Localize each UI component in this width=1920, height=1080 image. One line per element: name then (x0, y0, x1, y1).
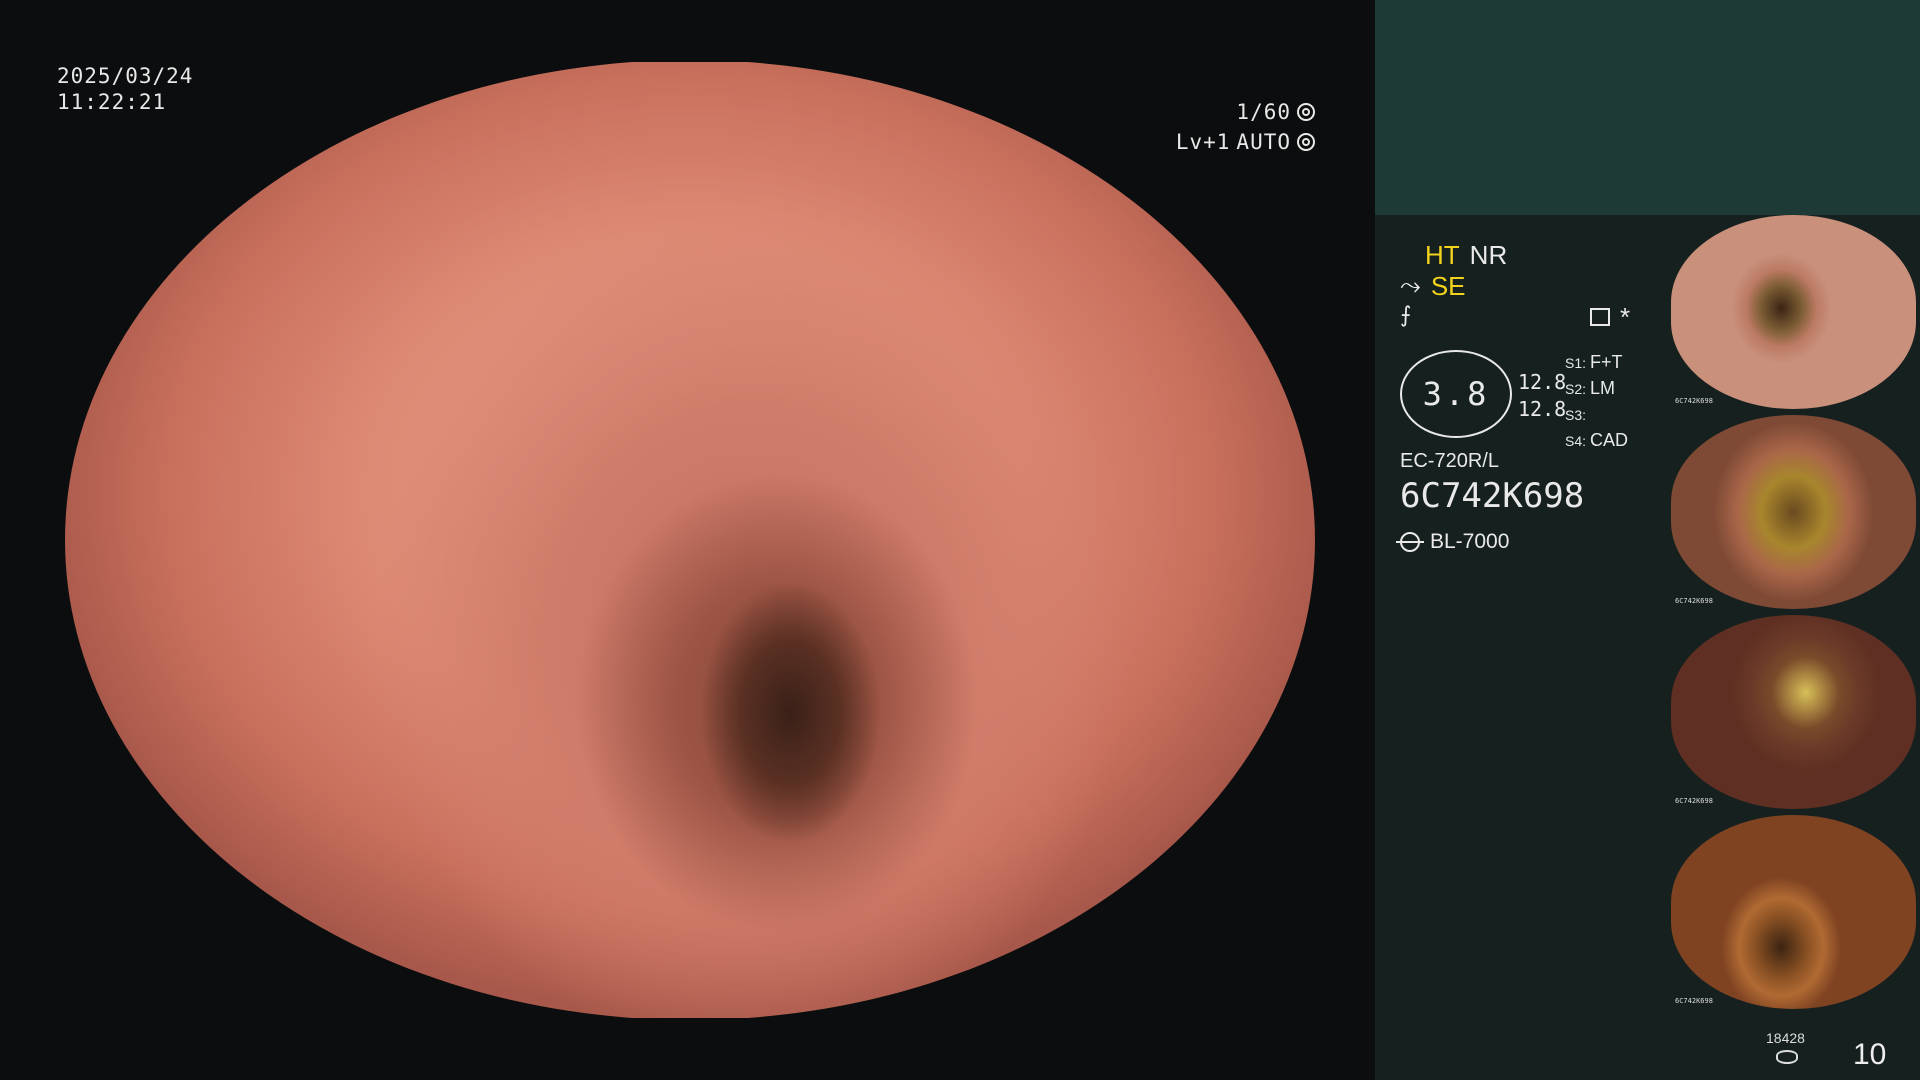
iris-icon (1297, 133, 1315, 151)
captured-thumbnails: 6C742K698 6C742K698 6C742K698 6C742K698 (1671, 215, 1916, 1015)
scope-model: EC-720R/L (1400, 450, 1499, 472)
slot-row: S2: LM (1565, 378, 1616, 398)
thumbnail-item[interactable]: 6C742K698 (1671, 415, 1916, 609)
thumbnail-label: 6C742K698 (1675, 397, 1713, 405)
shutter-icon (1297, 103, 1315, 121)
mode-se-row: ⤳ SE (1400, 270, 1466, 302)
mode-se: SE (1430, 270, 1466, 301)
settings-icon (1590, 308, 1610, 326)
osd-shutter-speed: 1/60 (1236, 100, 1291, 124)
thumbnail-item[interactable]: 6C742K698 (1671, 615, 1916, 809)
scope-serial: 6C742K698 (1400, 476, 1585, 516)
gauge-value-2: 12.8 (1518, 397, 1567, 421)
light-source-name: BL-7000 (1430, 530, 1510, 553)
thumbnail-image (1671, 415, 1916, 609)
slot-row: S3: (1565, 407, 1587, 423)
mode-indicators: HT NR (1425, 240, 1507, 271)
thumbnail-label: 6C742K698 (1675, 997, 1713, 1005)
osd-exposure-mode: AUTO (1236, 130, 1291, 154)
osd-brightness-level: Lv+1 (1175, 130, 1231, 154)
thumbnail-image (1671, 615, 1916, 809)
function-slots: S1: F+T S2: LM S3: S4: CAD (1565, 350, 1628, 454)
storage-count: 18428 (1766, 1030, 1805, 1046)
endoscopic-live-image (65, 60, 1315, 1020)
osd-time: 11:22:21 (57, 90, 167, 114)
storage-icon (1776, 1050, 1798, 1064)
osd-exposure-block: 1/60 Lv+1 AUTO (1176, 100, 1315, 154)
color-mode-icon: ⨍ (1400, 302, 1412, 327)
osd-shutter-row: 1/60 (1176, 100, 1315, 124)
image-mask-bottom (0, 1018, 1375, 1080)
thumbnail-item[interactable]: 6C742K698 (1671, 815, 1916, 1009)
gauge-value-1: 12.8 (1518, 370, 1567, 394)
light-source-row: BL-7000 (1396, 530, 1510, 554)
light-source-icon (1396, 532, 1424, 552)
thumbnail-label: 6C742K698 (1675, 797, 1713, 805)
slot-row: S1: F+T (1565, 352, 1623, 372)
thumbnail-item[interactable]: 6C742K698 (1671, 215, 1916, 409)
mode-nr: NR (1469, 240, 1508, 270)
live-video-area: 2025/03/24 11:22:21 1/60 Lv+1 AUTO (0, 0, 1375, 1080)
thumbnail-image (1671, 215, 1916, 409)
panel-header-area (1375, 0, 1920, 215)
endoscopy-screen: 2025/03/24 11:22:21 1/60 Lv+1 AUTO HT NR… (0, 0, 1920, 1080)
slot-row: S4: CAD (1565, 430, 1629, 450)
side-panel: HT NR ⤳ SE ⨍ * 3.8 12.8 12.8 S1: F+T S2: L… (1375, 0, 1920, 1080)
mode-ht: HT (1425, 240, 1460, 270)
osd-date: 2025/03/24 (57, 64, 194, 88)
zoom-gauge: 3.8 (1400, 350, 1512, 438)
asterisk-indicator: * (1620, 302, 1631, 332)
thumbnail-image (1671, 815, 1916, 1009)
structure-enhance-icon: ⤳ (1400, 270, 1421, 300)
image-count: 10 (1853, 1038, 1887, 1071)
gauge-value: 3.8 (1422, 375, 1490, 413)
thumbnail-label: 6C742K698 (1675, 597, 1713, 605)
image-mask-top (0, 0, 1375, 62)
osd-level-row: Lv+1 AUTO (1176, 130, 1315, 154)
